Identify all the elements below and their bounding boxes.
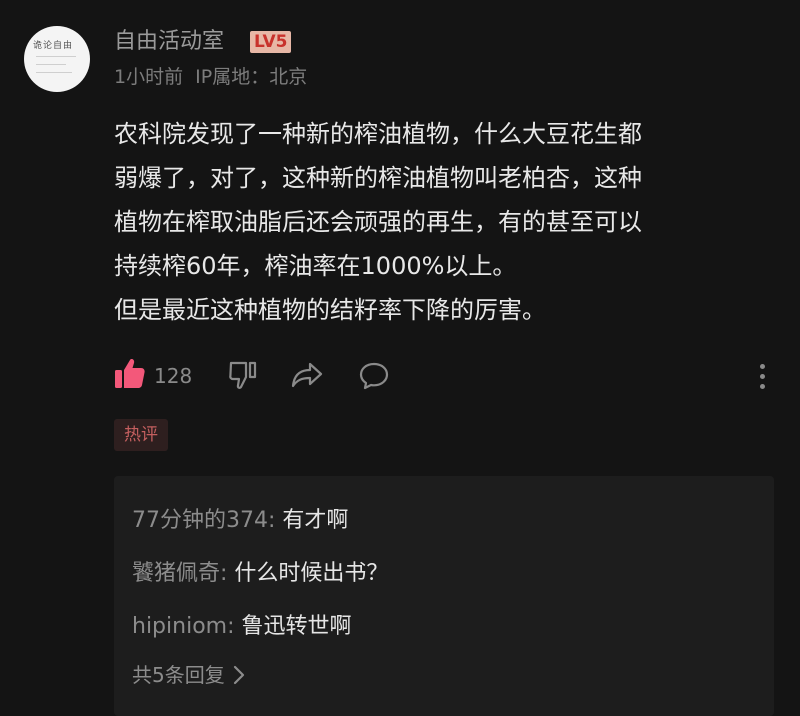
reply-separator: :	[268, 508, 283, 533]
more-dot	[760, 374, 765, 379]
content-line: 但是最近这种植物的结籽率下降的厉害。	[114, 296, 546, 324]
comment-content: 农科院发现了一种新的榨油植物，什么大豆花生都 弱爆了，对了，这种新的榨油植物叫老…	[114, 112, 784, 332]
reply-text: 有才啊	[282, 508, 349, 533]
reply-button[interactable]	[358, 361, 390, 395]
content-line: 植物在榨取油脂后还会顽强的再生，有的甚至可以	[114, 208, 642, 236]
dislike-button[interactable]	[228, 360, 258, 394]
like-count: 128	[154, 364, 193, 388]
share-icon	[291, 362, 323, 388]
avatar-decoration	[36, 64, 66, 65]
comment-meta: 1小时前 IP属地：北京	[114, 64, 307, 90]
share-button[interactable]	[290, 361, 324, 393]
more-dot	[760, 364, 765, 369]
thumbs-up-icon	[115, 359, 145, 388]
reply-item[interactable]: 饕猪佩奇: 什么时候出书？	[132, 559, 388, 589]
replies-panel: 77分钟的374: 有才啊 饕猪佩奇: 什么时候出书？ hipiniom: 鲁迅…	[114, 476, 774, 716]
level-badge: LV5	[250, 31, 292, 53]
more-dot	[760, 384, 765, 389]
chevron-right-icon	[233, 665, 244, 685]
avatar[interactable]: 诡论自由	[24, 26, 90, 92]
hot-comment-tag: 热评	[114, 419, 168, 451]
ip-location: IP属地：北京	[195, 66, 308, 88]
content-line: 弱爆了，对了，这种新的榨油植物叫老柏杏，这种	[114, 164, 642, 192]
like-button[interactable]	[114, 356, 146, 394]
reply-separator: :	[227, 614, 242, 639]
content-line: 农科院发现了一种新的榨油植物，什么大豆花生都	[114, 120, 642, 148]
avatar-decoration	[36, 72, 72, 73]
reply-author[interactable]: hipiniom	[132, 614, 227, 639]
view-all-replies-link[interactable]: 共5条回复	[132, 661, 245, 689]
thumbs-down-icon	[229, 361, 257, 389]
reply-separator: :	[220, 561, 235, 586]
reply-text: 什么时候出书？	[234, 561, 389, 586]
total-replies-label: 共5条回复	[132, 663, 225, 687]
avatar-text: 诡论自由	[33, 41, 74, 51]
post-time: 1小时前	[114, 66, 184, 88]
comment-icon	[359, 362, 389, 390]
content-line: 持续榨60年，榨油率在1000%以上。	[114, 252, 517, 280]
reply-author[interactable]: 77分钟的374	[132, 508, 268, 533]
avatar-decoration	[36, 56, 76, 57]
reply-item[interactable]: 77分钟的374: 有才啊	[132, 506, 348, 536]
reply-text: 鲁迅转世啊	[241, 614, 352, 639]
reply-item[interactable]: hipiniom: 鲁迅转世啊	[132, 612, 352, 642]
reply-author[interactable]: 饕猪佩奇	[132, 561, 220, 586]
more-icon[interactable]	[755, 362, 769, 392]
username[interactable]: 自由活动室	[114, 28, 224, 56]
